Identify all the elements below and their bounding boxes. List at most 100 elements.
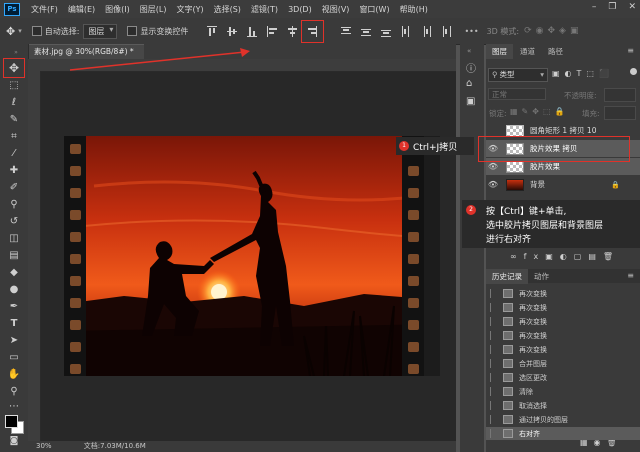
auto-select-dropdown[interactable]: 图层 <box>83 23 118 39</box>
panel-menu-icon[interactable]: ≡ <box>627 46 634 55</box>
history-item[interactable]: 通过拷贝的图层 <box>486 413 640 426</box>
layer-kind-filter[interactable]: ⚲ 类型 ▾ <box>488 68 548 82</box>
rectangle-tool-icon[interactable]: ▭ <box>7 351 21 365</box>
zoom-level[interactable]: 30% <box>36 442 52 450</box>
history-item[interactable]: 再次变换 <box>486 343 640 356</box>
history-item[interactable]: 合并图层 <box>486 357 640 370</box>
align-horizontal-center-icon[interactable] <box>287 25 298 37</box>
show-transform-checkbox[interactable] <box>127 26 138 36</box>
history-item[interactable]: 再次变换 <box>486 287 640 300</box>
restore-button[interactable]: ❐ <box>608 2 616 12</box>
layer-name[interactable]: 背景 <box>530 179 545 190</box>
tab-paths[interactable]: 路径 <box>542 44 569 59</box>
distribute-vcenter-icon[interactable] <box>361 26 372 37</box>
blend-mode-value: 正常 <box>492 90 507 99</box>
menu-view[interactable]: 视图(V) <box>317 4 355 15</box>
align-vertical-center-icon[interactable] <box>227 26 238 37</box>
foreground-color-swatch[interactable] <box>5 415 18 428</box>
history-item[interactable]: 再次变换 <box>486 301 640 314</box>
align-top-icon[interactable] <box>207 25 218 37</box>
adjustments-panel-icon[interactable]: ▣ <box>466 96 475 107</box>
align-left-icon[interactable] <box>267 25 278 37</box>
document-canvas[interactable] <box>64 136 440 376</box>
path-select-tool-icon[interactable]: ➤ <box>7 334 21 348</box>
distribute-hcenter-icon[interactable] <box>421 25 432 37</box>
auto-select-checkbox[interactable] <box>31 26 42 36</box>
distribute-right-icon[interactable] <box>441 25 452 37</box>
blend-mode-dropdown[interactable]: 正常 <box>488 88 546 100</box>
gradient-tool-icon[interactable]: ▤ <box>7 249 21 263</box>
history-item-label: 通过拷贝的图层 <box>519 415 568 424</box>
history-panel-menu-icon[interactable]: ≡ <box>627 271 634 280</box>
history-item[interactable]: 清除 <box>486 385 640 398</box>
history-panel-icon[interactable]: ⌂ <box>466 78 472 89</box>
zoom-tool-icon[interactable]: ⚲ <box>7 385 21 399</box>
hand-tool-icon[interactable]: ✋ <box>7 368 21 382</box>
history-item[interactable]: 再次变换 <box>486 315 640 328</box>
quick-mask-icon[interactable]: ◙ <box>7 434 21 448</box>
brush-tool-icon[interactable]: ✐ <box>7 181 21 195</box>
close-window-button[interactable]: ✕ <box>628 2 636 12</box>
history-item-current[interactable]: 右对齐 <box>486 427 640 440</box>
preset-dropdown-icon[interactable]: ▾ <box>18 27 22 35</box>
type-tool-icon[interactable]: T <box>7 317 21 331</box>
layer-row[interactable]: 👁 背景 🔒 <box>486 176 640 193</box>
3d-icons[interactable]: ⟳◉✥◈▣ <box>524 26 582 36</box>
tab-layers[interactable]: 图层 <box>486 44 513 59</box>
lock-icons[interactable]: ▦✎✥⬚🔒 <box>510 107 568 116</box>
layer-name[interactable]: 胶片效果 <box>530 161 560 172</box>
clone-stamp-tool-icon[interactable]: ⚲ <box>7 198 21 212</box>
panel-icon-strip: « ⓘ ⌂ ▣ <box>460 44 484 452</box>
menu-edit[interactable]: 编辑(E) <box>63 4 100 15</box>
more-options-icon[interactable]: ••• <box>464 27 478 36</box>
lasso-tool-icon[interactable]: ℓ <box>7 96 21 110</box>
menu-filter[interactable]: 滤镜(T) <box>246 4 283 15</box>
align-bottom-icon[interactable] <box>247 26 258 37</box>
filter-toggle-icon[interactable] <box>630 68 637 75</box>
info-panel-icon[interactable]: ⓘ <box>466 60 476 75</box>
quick-select-tool-icon[interactable]: ✎ <box>7 113 21 127</box>
edit-toolbar-icon[interactable]: ⋯ <box>7 400 21 414</box>
distribute-top-icon[interactable] <box>341 26 352 37</box>
annotation-step1: 1 Ctrl+J拷贝 <box>396 137 474 155</box>
collapse-panels-icon[interactable]: « <box>467 47 471 55</box>
distribute-left-icon[interactable] <box>401 25 411 37</box>
filter-icons[interactable]: ▣◐T⬚⬛ <box>552 69 614 78</box>
menu-file[interactable]: 文件(F) <box>26 4 63 15</box>
blur-tool-icon[interactable]: ◆ <box>7 266 21 280</box>
tab-history[interactable]: 历史记录 <box>486 269 528 284</box>
history-item[interactable]: 取消选择 <box>486 399 640 412</box>
fill-field[interactable] <box>604 106 636 120</box>
eye-icon[interactable]: 👁 <box>486 162 500 171</box>
history-item[interactable]: 再次变换 <box>486 329 640 342</box>
history-brush-tool-icon[interactable]: ↺ <box>7 215 21 229</box>
distribute-bottom-icon[interactable] <box>381 26 392 37</box>
marquee-tool-icon[interactable]: ⬚ <box>7 79 21 93</box>
tab-channels[interactable]: 通道 <box>514 44 541 59</box>
opacity-field[interactable] <box>604 88 636 102</box>
tab-actions[interactable]: 动作 <box>528 269 555 284</box>
layer-name[interactable]: 圆角矩形 1 拷贝 10 <box>530 125 596 136</box>
layers-footer-icons[interactable]: ∞fx▣◐▢▤🗑 <box>510 252 620 261</box>
layer-thumbnail <box>506 178 524 191</box>
eye-icon[interactable]: 👁 <box>486 180 500 189</box>
menu-type[interactable]: 文字(Y) <box>171 4 208 15</box>
menu-window[interactable]: 窗口(W) <box>354 4 394 15</box>
menu-select[interactable]: 选择(S) <box>209 4 246 15</box>
move-tool-preset-icon[interactable]: ✥ <box>6 25 15 38</box>
menu-layer[interactable]: 图层(L) <box>135 4 172 15</box>
eraser-tool-icon[interactable]: ◫ <box>7 232 21 246</box>
step2-number: 2 <box>466 205 476 215</box>
dodge-tool-icon[interactable]: ● <box>7 283 21 297</box>
eyedropper-tool-icon[interactable]: ⁄ <box>7 147 21 161</box>
minimize-button[interactable]: – <box>592 2 597 12</box>
healing-brush-tool-icon[interactable]: ✚ <box>7 164 21 178</box>
crop-tool-icon[interactable]: ⌗ <box>7 130 21 144</box>
show-transform-label: 显示变换控件 <box>140 26 189 36</box>
menu-3d[interactable]: 3D(D) <box>283 5 317 14</box>
menu-help[interactable]: 帮助(H) <box>395 4 433 15</box>
menu-image[interactable]: 图像(I) <box>100 4 135 15</box>
menu-bar: Ps 文件(F) 编辑(E) 图像(I) 图层(L) 文字(Y) 选择(S) 滤… <box>0 0 640 18</box>
history-item[interactable]: 选区更改 <box>486 371 640 384</box>
pen-tool-icon[interactable]: ✒ <box>7 300 21 314</box>
